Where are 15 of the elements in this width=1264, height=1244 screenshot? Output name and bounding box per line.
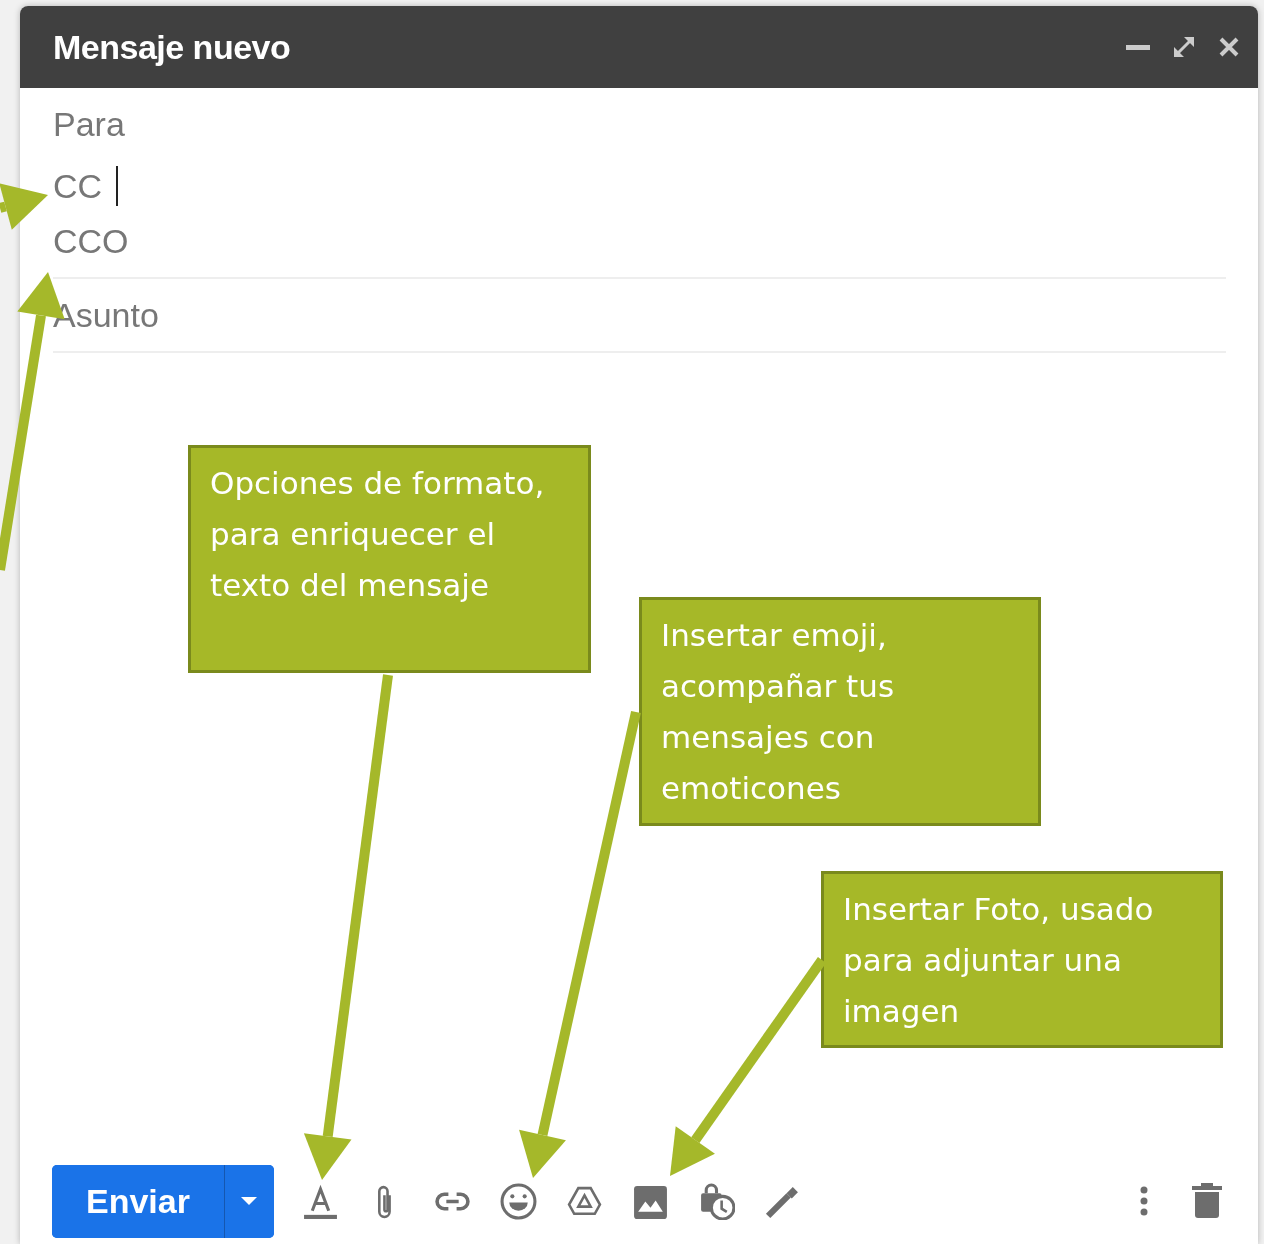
trash-icon[interactable] <box>1192 1183 1222 1219</box>
text-format-icon[interactable] <box>301 1182 339 1220</box>
callout: Insertar Foto, usado para adjuntar una imagen <box>821 871 1223 1048</box>
close-icon[interactable] <box>1218 36 1240 58</box>
callout: Opciones de formato, para enriquecer el texto del mensaje <box>188 445 591 673</box>
arrow <box>0 183 48 230</box>
callout: Insertar emoji, acompañar tus mensajes con emoticones <box>639 597 1041 826</box>
minimize-icon[interactable] <box>1126 43 1150 51</box>
text-cursor <box>116 166 119 206</box>
emoji-icon[interactable] <box>499 1182 537 1220</box>
caret-icon <box>241 1196 258 1206</box>
send-options-button[interactable] <box>223 1164 274 1238</box>
window-title: Mensaje nuevo <box>53 26 291 68</box>
more-options-icon[interactable] <box>1140 1186 1148 1216</box>
expand-icon[interactable] <box>1172 35 1196 59</box>
